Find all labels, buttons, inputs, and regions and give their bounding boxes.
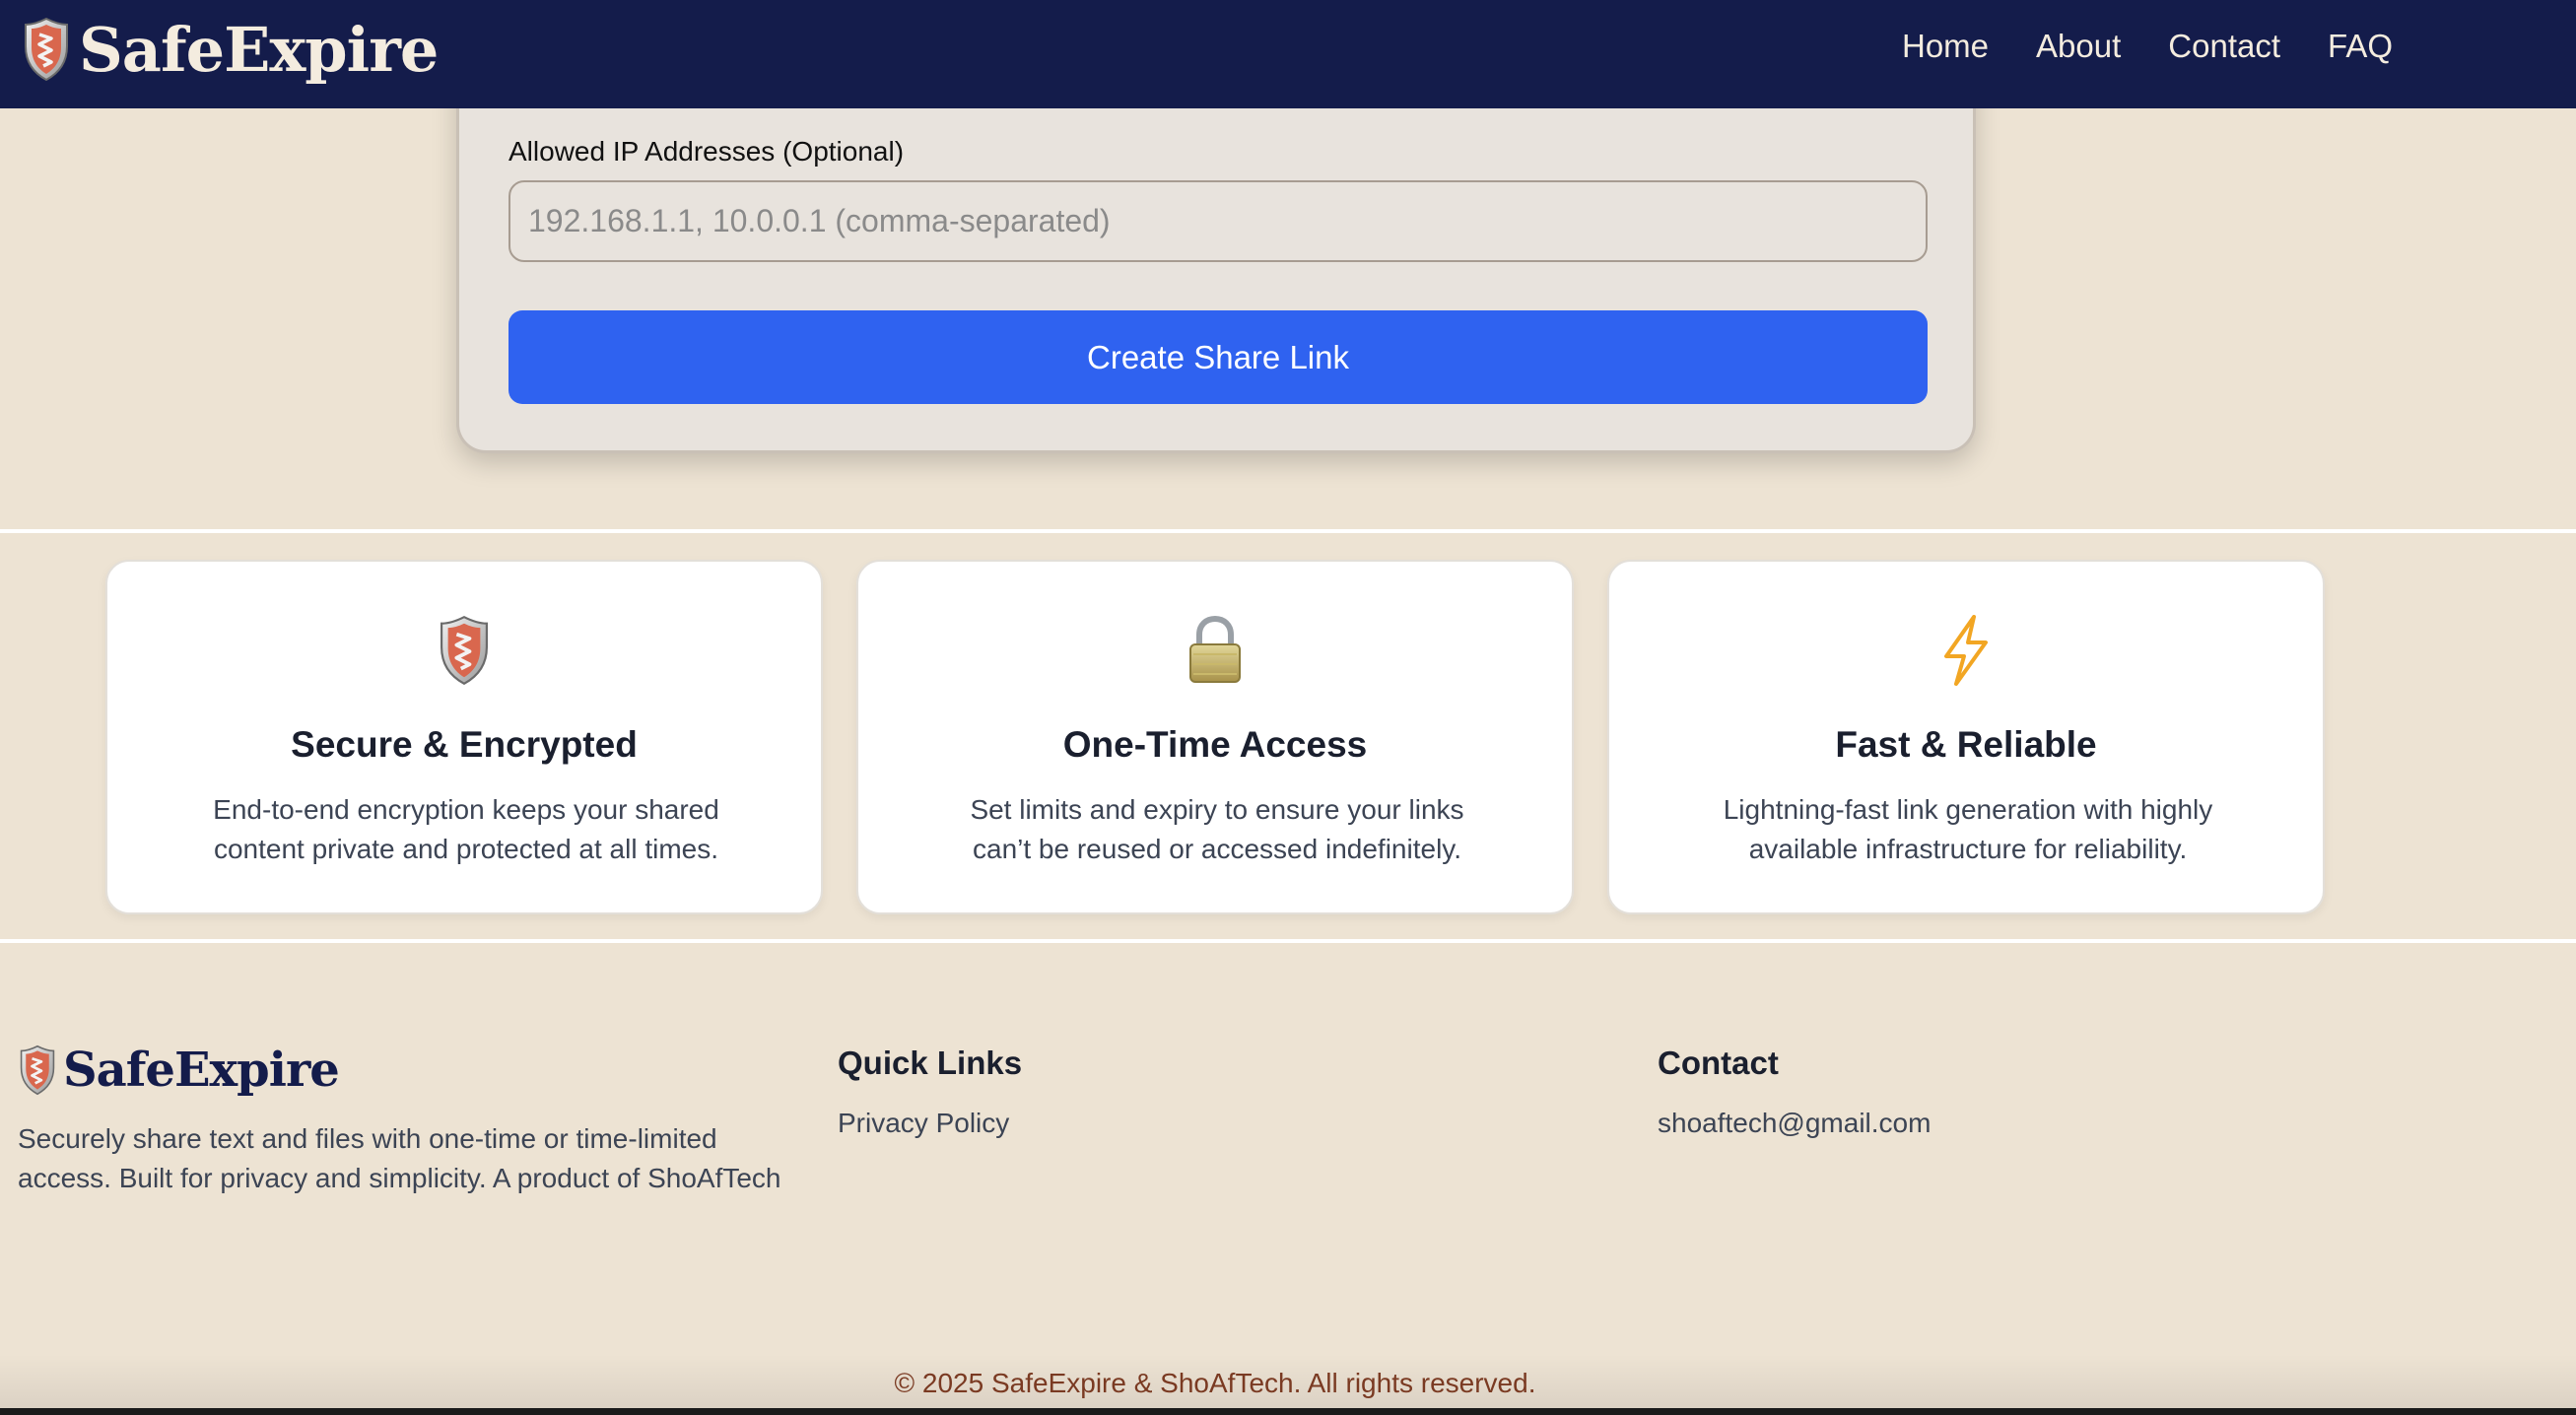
allowed-ip-label: Allowed IP Addresses (Optional) xyxy=(508,136,905,167)
feature-card-fast: Fast & Reliable Lightning-fast link gene… xyxy=(1607,560,2325,914)
create-share-link-button[interactable]: Create Share Link xyxy=(508,310,1928,404)
footer-brand[interactable]: SafeExpire xyxy=(20,1041,340,1100)
feature-description: End-to-end encryption keeps your shared … xyxy=(213,794,719,864)
section-divider xyxy=(0,529,2576,533)
nav-about-link[interactable]: About xyxy=(2036,28,2121,65)
share-form-card: Allowed IP Addresses (Optional) Create S… xyxy=(456,59,1976,453)
shield-icon xyxy=(441,615,488,686)
quick-links-heading: Quick Links xyxy=(838,1044,1023,1081)
lock-icon xyxy=(1189,615,1241,683)
navbar: SafeExpire Home About Contact FAQ xyxy=(0,0,2576,108)
nav-contact-link[interactable]: Contact xyxy=(2168,28,2280,65)
brand-name: SafeExpire xyxy=(79,13,439,86)
allowed-ip-input[interactable] xyxy=(508,180,1928,262)
feature-title: Fast & Reliable xyxy=(1835,724,2097,765)
section-divider xyxy=(0,939,2576,943)
privacy-policy-link[interactable]: Privacy Policy xyxy=(838,1108,1009,1139)
feature-description: Lightning-fast link generation with high… xyxy=(1723,794,2213,864)
contact-heading: Contact xyxy=(1658,1044,1779,1081)
shield-icon xyxy=(25,17,68,82)
feature-card-one-time: One-Time Access Set limits and expiry to… xyxy=(856,560,1574,914)
contact-email-link[interactable]: shoaftech@gmail.com xyxy=(1658,1108,1931,1139)
nav-links: Home About Contact FAQ xyxy=(1902,24,2440,69)
feature-card-secure: Secure & Encrypted End-to-end encryption… xyxy=(105,560,823,914)
footer-brand-name: SafeExpire xyxy=(63,1043,340,1098)
lightning-icon xyxy=(1944,615,1988,686)
feature-description: Set limits and expiry to ensure your lin… xyxy=(970,794,1464,864)
feature-title: Secure & Encrypted xyxy=(291,724,638,765)
footer-description: Securely share text and files with one-t… xyxy=(18,1123,781,1193)
copyright-text: © 2025 SafeExpire & ShoAfTech. All right… xyxy=(894,1368,1536,1398)
nav-faq-link[interactable]: FAQ xyxy=(2328,28,2393,65)
bottom-edge xyxy=(0,1408,2576,1415)
feature-title: One-Time Access xyxy=(1062,724,1368,765)
shield-icon xyxy=(20,1044,55,1096)
brand-logo[interactable]: SafeExpire xyxy=(24,10,439,89)
nav-home-link[interactable]: Home xyxy=(1902,28,1989,65)
